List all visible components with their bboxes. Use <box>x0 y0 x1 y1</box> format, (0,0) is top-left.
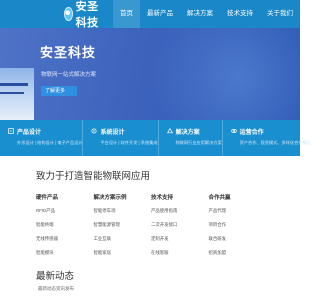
news-section-title: 最新动态 <box>36 271 75 282</box>
hero-banner: 安圣科技 物联网一站式解决方案 了解更多 <box>0 28 300 120</box>
nav-item-about[interactable]: 关于我们 <box>260 0 300 28</box>
cooperation-icon <box>230 129 237 133</box>
column-solutions: 解决方案示例 智能停车场 智慧能源管理 工业互联 智能家居 <box>94 193 152 264</box>
service-title: 运营合作 <box>239 130 264 136</box>
column-link[interactable]: 工业互联 <box>94 236 152 242</box>
column-link[interactable]: 定制开发 <box>151 236 209 242</box>
learn-more-button[interactable]: 了解更多 <box>41 86 77 96</box>
column-heading: 技术支持 <box>151 195 174 201</box>
section-title: 致力于打造智能物联网应用 <box>36 171 151 182</box>
logo[interactable]: 安圣科技 <box>64 0 101 29</box>
logo-text: 安圣科技 <box>75 1 99 29</box>
service-title: 产品设计 <box>17 130 42 136</box>
column-heading: 合作共赢 <box>208 195 231 201</box>
column-link[interactable]: 联合研发 <box>209 236 267 242</box>
column-heading: 解决方案示例 <box>93 195 127 201</box>
column-link[interactable]: 产品使用指南 <box>151 208 209 214</box>
service-title: 系统设计 <box>100 130 125 136</box>
service-description: 平台设计 | 软件开发 | 系统集成 <box>100 140 158 145</box>
news-item[interactable]: 最新动态资讯发布 <box>38 286 74 292</box>
column-cooperation: 合作共赢 产品代理 项目合作 联合研发 招商加盟 <box>209 193 267 264</box>
column-link[interactable]: 二次开发接口 <box>151 222 209 228</box>
service-description: 资产合作、投资模式、多样化合作模式 <box>239 140 311 145</box>
column-link[interactable]: 无线传感器 <box>36 236 94 242</box>
column-link[interactable]: RFID产品 <box>36 208 94 214</box>
column-link[interactable]: 招商加盟 <box>209 250 267 256</box>
hero-glow-decoration <box>150 28 300 120</box>
column-heading: 硬件产品 <box>36 195 59 201</box>
nav-item-support[interactable]: 技术支持 <box>220 0 260 28</box>
hero-subtitle: 物联网一站式解决方案 <box>41 72 97 78</box>
hero-line-decoration <box>0 83 28 86</box>
column-link[interactable]: 智慧能源管理 <box>94 222 152 228</box>
column-hardware: 硬件产品 RFID产品 智能终端 无线传感器 智能模块 <box>36 193 94 264</box>
service-item-solution[interactable]: 解决方案 物联网行业应用解决方案 <box>159 120 223 156</box>
column-link[interactable]: 在线客服 <box>151 250 209 256</box>
column-link[interactable]: 产品代理 <box>209 208 267 214</box>
service-title: 解决方案 <box>175 130 200 136</box>
nav-item-solutions[interactable]: 解决方案 <box>180 0 220 28</box>
logo-icon <box>64 7 73 21</box>
service-item-cooperation[interactable]: 运营合作 资产合作、投资模式、多样化合作模式 <box>223 120 311 156</box>
service-item-design[interactable]: 产品设计 外形设计 | 结构设计 | 电子产品设计 <box>0 120 84 156</box>
column-link[interactable]: 智能家居 <box>94 250 152 256</box>
link-columns: 硬件产品 RFID产品 智能终端 无线传感器 智能模块 解决方案示例 智能停车场… <box>36 193 266 264</box>
service-item-system[interactable]: 系统设计 平台设计 | 软件开发 | 系统集成 <box>83 120 159 156</box>
hero-device-decoration <box>0 68 34 120</box>
top-navigation: 安圣科技 首页 最新产品 解决方案 技术支持 关于我们 <box>0 0 300 29</box>
system-icon <box>91 128 97 134</box>
nav-item-products[interactable]: 最新产品 <box>140 0 180 28</box>
solution-icon <box>166 128 173 134</box>
column-link[interactable]: 项目合作 <box>209 222 267 228</box>
design-icon <box>8 128 14 134</box>
hero-title: 安圣科技 <box>40 45 97 60</box>
services-strip: 产品设计 外形设计 | 结构设计 | 电子产品设计 系统设计 平台设计 | 软件… <box>0 120 311 156</box>
hero-line-decoration <box>0 92 24 94</box>
column-link[interactable]: 智能停车场 <box>94 208 152 214</box>
column-link[interactable]: 智能模块 <box>36 250 94 256</box>
service-description: 物联网行业应用解决方案 <box>175 140 222 145</box>
nav-item-home[interactable]: 首页 <box>113 0 140 28</box>
column-link[interactable]: 智能终端 <box>36 222 94 228</box>
main-menu: 首页 最新产品 解决方案 技术支持 关于我们 <box>113 0 300 28</box>
service-description: 外形设计 | 结构设计 | 电子产品设计 <box>17 140 83 145</box>
column-support: 技术支持 产品使用指南 二次开发接口 定制开发 在线客服 <box>151 193 209 264</box>
